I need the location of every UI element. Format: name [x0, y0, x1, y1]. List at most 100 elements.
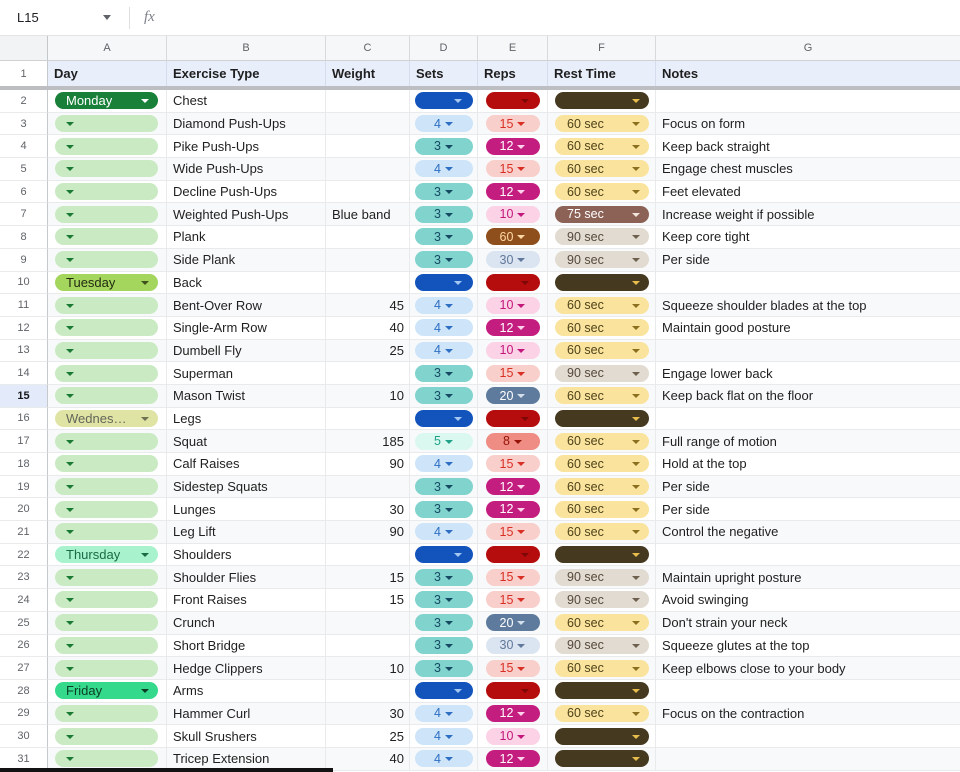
cell-reps[interactable]: 20 — [478, 612, 548, 635]
cell-reps[interactable]: 60 — [478, 226, 548, 249]
column-header-D[interactable]: D — [410, 36, 478, 61]
cell-weight[interactable]: 25 — [326, 340, 410, 363]
cell-exercise[interactable]: Crunch — [167, 612, 326, 635]
cell-notes[interactable]: Keep back flat on the floor — [656, 385, 960, 408]
header-cell[interactable]: Weight — [326, 61, 410, 86]
cell-reps[interactable] — [478, 272, 548, 295]
rest-time-dropdown[interactable]: 90 sec — [555, 569, 649, 586]
row-header[interactable]: 13 — [0, 340, 48, 363]
day-dropdown[interactable] — [55, 183, 158, 200]
cell-notes[interactable]: Per side — [656, 498, 960, 521]
cell-weight[interactable]: 15 — [326, 566, 410, 589]
cell-rest-time[interactable] — [548, 544, 656, 567]
rest-time-dropdown[interactable]: 60 sec — [555, 319, 649, 336]
row-header[interactable]: 27 — [0, 657, 48, 680]
cell-weight[interactable] — [326, 113, 410, 136]
sets-dropdown[interactable]: 4 — [415, 455, 473, 472]
cell-reps[interactable]: 12 — [478, 748, 548, 771]
row-header[interactable]: 21 — [0, 521, 48, 544]
cell-exercise[interactable]: Lunges — [167, 498, 326, 521]
day-dropdown[interactable] — [55, 455, 158, 472]
sets-dropdown[interactable]: 4 — [415, 750, 473, 767]
cell-day[interactable] — [48, 635, 167, 658]
cell-rest-time[interactable]: 60 sec — [548, 430, 656, 453]
cell-day[interactable] — [48, 135, 167, 158]
rest-time-dropdown[interactable]: 60 sec — [555, 660, 649, 677]
cell-exercise[interactable]: Superman — [167, 362, 326, 385]
cell-sets[interactable]: 4 — [410, 703, 478, 726]
day-dropdown[interactable] — [55, 160, 158, 177]
reps-dropdown[interactable]: 15 — [486, 455, 540, 472]
cell-notes[interactable]: Squeeze shoulder blades at the top — [656, 294, 960, 317]
cell-notes[interactable]: Focus on the contraction — [656, 703, 960, 726]
cell-sets[interactable]: 4 — [410, 340, 478, 363]
cell-sets[interactable]: 3 — [410, 589, 478, 612]
sets-dropdown[interactable]: 4 — [415, 342, 473, 359]
cell-notes[interactable]: Maintain good posture — [656, 317, 960, 340]
cell-weight[interactable] — [326, 362, 410, 385]
reps-dropdown[interactable]: 12 — [486, 501, 540, 518]
cell-day[interactable] — [48, 113, 167, 136]
cell-notes[interactable]: Hold at the top — [656, 453, 960, 476]
sets-dropdown[interactable]: 3 — [415, 365, 473, 382]
cell-weight[interactable] — [326, 612, 410, 635]
cell-exercise[interactable]: Shoulders — [167, 544, 326, 567]
reps-dropdown[interactable]: 15 — [486, 569, 540, 586]
sets-dropdown[interactable]: 3 — [415, 387, 473, 404]
cell-notes[interactable]: Focus on form — [656, 113, 960, 136]
header-cell[interactable]: Sets — [410, 61, 478, 86]
cell-notes[interactable]: Keep elbows close to your body — [656, 657, 960, 680]
cell-sets[interactable]: 3 — [410, 657, 478, 680]
column-header-G[interactable]: G — [656, 36, 960, 61]
cell-sets[interactable] — [410, 408, 478, 431]
day-dropdown[interactable] — [55, 387, 158, 404]
cell-exercise[interactable]: Chest — [167, 90, 326, 113]
cell-weight[interactable]: 90 — [326, 521, 410, 544]
cell-weight[interactable]: 30 — [326, 703, 410, 726]
cell-exercise[interactable]: Bent-Over Row — [167, 294, 326, 317]
cell-reps[interactable] — [478, 90, 548, 113]
cell-rest-time[interactable] — [548, 748, 656, 771]
cell-day[interactable]: Monday — [48, 90, 167, 113]
cell-notes[interactable] — [656, 340, 960, 363]
row-header[interactable]: 30 — [0, 725, 48, 748]
row-header[interactable]: 18 — [0, 453, 48, 476]
cell-rest-time[interactable] — [548, 725, 656, 748]
cell-sets[interactable]: 4 — [410, 521, 478, 544]
sets-dropdown[interactable]: 3 — [415, 660, 473, 677]
cell-sets[interactable]: 3 — [410, 362, 478, 385]
cell-notes[interactable]: Control the negative — [656, 521, 960, 544]
cell-rest-time[interactable] — [548, 680, 656, 703]
cell-rest-time[interactable] — [548, 408, 656, 431]
cell-exercise[interactable]: Sidestep Squats — [167, 476, 326, 499]
cell-day[interactable] — [48, 294, 167, 317]
cell-reps[interactable] — [478, 544, 548, 567]
reps-dropdown[interactable]: 12 — [486, 183, 540, 200]
cell-reps[interactable] — [478, 680, 548, 703]
reps-dropdown[interactable]: 15 — [486, 365, 540, 382]
cell-exercise[interactable]: Diamond Push-Ups — [167, 113, 326, 136]
cell-reps[interactable]: 15 — [478, 113, 548, 136]
reps-dropdown[interactable]: 20 — [486, 387, 540, 404]
cell-sets[interactable] — [410, 272, 478, 295]
reps-dropdown[interactable]: 12 — [486, 705, 540, 722]
cell-exercise[interactable]: Arms — [167, 680, 326, 703]
sets-dropdown[interactable] — [415, 682, 473, 699]
cell-sets[interactable]: 4 — [410, 453, 478, 476]
cell-weight[interactable]: 25 — [326, 725, 410, 748]
cell-sets[interactable]: 3 — [410, 203, 478, 226]
rest-time-dropdown[interactable] — [555, 274, 649, 291]
cell-rest-time[interactable]: 90 sec — [548, 362, 656, 385]
cell-sets[interactable]: 5 — [410, 430, 478, 453]
row-header[interactable]: 11 — [0, 294, 48, 317]
sets-dropdown[interactable]: 4 — [415, 523, 473, 540]
day-dropdown[interactable] — [55, 138, 158, 155]
rest-time-dropdown[interactable]: 60 sec — [555, 705, 649, 722]
cell-reps[interactable]: 15 — [478, 657, 548, 680]
cell-notes[interactable]: Engage chest muscles — [656, 158, 960, 181]
sets-dropdown[interactable]: 4 — [415, 115, 473, 132]
cell-day[interactable] — [48, 703, 167, 726]
header-cell[interactable]: Notes — [656, 61, 960, 86]
row-header[interactable]: 10 — [0, 272, 48, 295]
row-header[interactable]: 1 — [0, 61, 48, 86]
